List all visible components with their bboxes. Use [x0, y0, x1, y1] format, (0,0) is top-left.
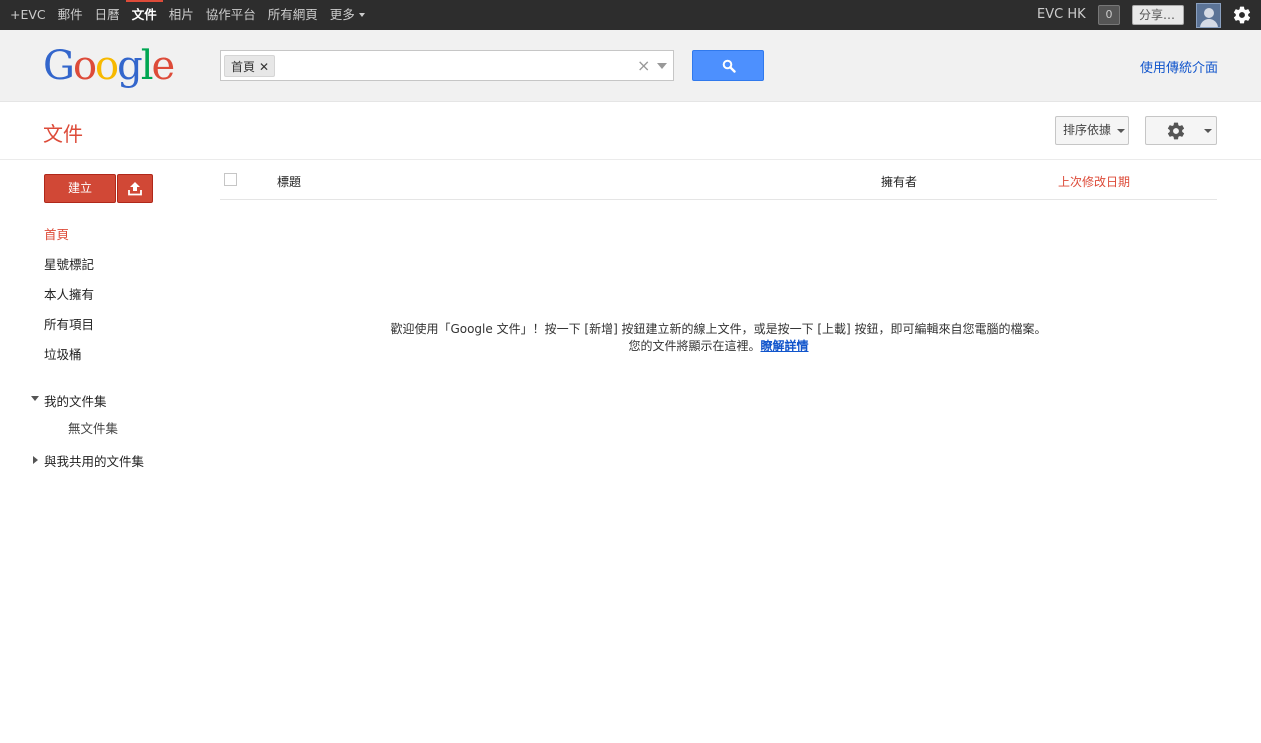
gear-icon [1167, 122, 1185, 140]
select-all-checkbox[interactable] [224, 173, 237, 186]
header: Google 首頁 ✕ × 使用傳統介面 [0, 30, 1261, 102]
sidebar-item-starred[interactable]: 星號標記 [44, 254, 94, 273]
chevron-down-icon [1117, 129, 1125, 133]
product-nav: +EVC 郵件 日曆 文件 相片 協作平台 所有網頁 更多 [0, 0, 371, 30]
classic-interface-link[interactable]: 使用傳統介面 [1140, 57, 1218, 76]
search-options-icon[interactable] [657, 63, 667, 69]
sidebar-item-my-collections[interactable]: 我的文件集 [44, 391, 107, 410]
column-last-modified[interactable]: 上次修改日期 [1058, 173, 1130, 190]
nav-calendar[interactable]: 日曆 [89, 0, 126, 30]
nav-label: 日曆 [94, 7, 120, 22]
learn-more-link[interactable]: 瞭解詳情 [761, 339, 809, 353]
empty-line-2: 您的文件將顯示在這裡。瞭解詳情 [220, 338, 1217, 355]
nav-documents[interactable]: 文件 [125, 0, 163, 30]
nav-label: 更多 [329, 7, 355, 22]
nav-photos[interactable]: 相片 [163, 0, 200, 30]
close-icon[interactable]: ✕ [259, 60, 269, 74]
search-filter-chip[interactable]: 首頁 ✕ [224, 55, 276, 77]
search-input[interactable]: 首頁 ✕ × [220, 50, 674, 81]
chip-label: 首頁 [231, 60, 256, 74]
sidebar-item-owned-by-me[interactable]: 本人擁有 [44, 284, 94, 303]
expand-right-icon[interactable] [33, 456, 38, 464]
notification-count[interactable]: 0 [1098, 5, 1120, 25]
no-collections-label: 無文件集 [68, 421, 119, 436]
chevron-down-icon [1204, 129, 1212, 133]
gear-icon[interactable] [1232, 5, 1252, 25]
nav-label: 郵件 [57, 7, 83, 22]
column-owner[interactable]: 擁有者 [881, 173, 917, 190]
upload-button[interactable] [117, 174, 153, 203]
chevron-down-icon [358, 12, 365, 17]
avatar-body [1200, 19, 1218, 27]
avatar[interactable] [1196, 3, 1221, 28]
nav-web[interactable]: 所有網頁 [262, 0, 324, 30]
logo-letter: e [151, 43, 176, 89]
sort-button[interactable]: 排序依據 [1055, 116, 1129, 145]
sort-label: 排序依據 [1063, 123, 1112, 137]
upload-icon [128, 182, 142, 196]
empty-state-message: 歡迎使用「Google 文件」！按一下 [新增] 按鈕建立新的線上文件，或是按一… [220, 321, 1217, 355]
nav-label: 文件 [131, 7, 157, 22]
empty-line-1: 歡迎使用「Google 文件」！按一下 [新增] 按鈕建立新的線上文件，或是按一… [390, 322, 1047, 336]
sidebar-item-home[interactable]: 首頁 [44, 224, 69, 243]
share-button[interactable]: 分享… [1132, 5, 1184, 25]
logo-letter: G [43, 43, 75, 89]
list-header: 標題 擁有者 上次修改日期 [220, 170, 1217, 200]
nav-label: 所有網頁 [267, 7, 318, 22]
empty-line-2-text: 您的文件將顯示在這裡。 [628, 339, 761, 353]
column-title[interactable]: 標題 [277, 173, 301, 190]
google-logo[interactable]: Google [43, 43, 176, 89]
divider [0, 159, 1261, 160]
create-button[interactable]: 建立 [44, 174, 116, 203]
page-title: 文件 [43, 122, 83, 146]
sidebar-item-trash[interactable]: 垃圾桶 [44, 344, 82, 363]
nav-plus-evc[interactable]: +EVC [0, 0, 52, 30]
logo-letter: o [72, 43, 97, 89]
sidebar-item-shared-collections[interactable]: 與我共用的文件集 [44, 451, 144, 470]
nav-sites[interactable]: 協作平台 [200, 0, 262, 30]
nav-label: +EVC [10, 7, 46, 22]
logo-letter: g [117, 43, 143, 89]
user-name[interactable]: EVC HK [1037, 0, 1086, 30]
logo-letter: l [140, 43, 154, 89]
logo-letter: o [95, 43, 119, 89]
sidebar-item-all-items[interactable]: 所有項目 [44, 314, 94, 333]
clear-search-icon[interactable]: × [637, 56, 650, 76]
nav-label: 協作平台 [205, 7, 256, 22]
search-button[interactable] [692, 50, 764, 81]
search-icon [722, 59, 736, 73]
top-bar: +EVC 郵件 日曆 文件 相片 協作平台 所有網頁 更多 EVC HK 0 分… [0, 0, 1261, 30]
nav-more[interactable]: 更多 [324, 0, 371, 30]
nav-mail[interactable]: 郵件 [52, 0, 89, 30]
expand-down-icon[interactable] [31, 396, 39, 401]
nav-label: 相片 [168, 7, 194, 22]
avatar-head [1204, 8, 1214, 18]
settings-button[interactable] [1145, 116, 1217, 145]
